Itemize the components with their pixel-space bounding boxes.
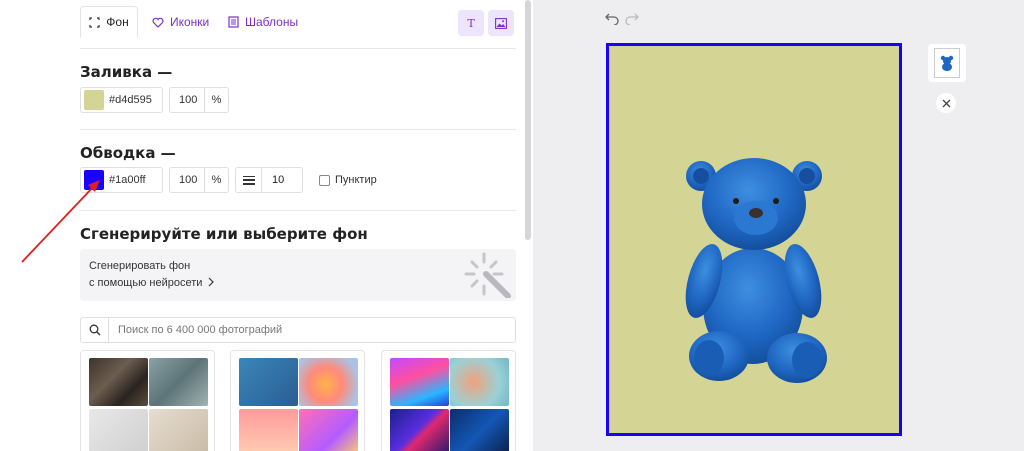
photo-search[interactable]: [80, 317, 516, 343]
generate-line1: Сгенерировать фон: [89, 260, 191, 272]
thumbnail[interactable]: [239, 409, 298, 451]
teddy-bear-image[interactable]: [679, 146, 829, 386]
fill-opacity-value: 100: [179, 94, 198, 106]
background-set-gradients[interactable]: [230, 350, 365, 451]
tab-bar: Фон Иконки Шаблоны T: [80, 6, 516, 38]
search-icon: [81, 318, 109, 342]
template-icon: [228, 16, 239, 28]
tab-icons-label: Иконки: [170, 15, 210, 29]
thumbnail[interactable]: [390, 409, 449, 451]
fill-color-value: #d4d595: [109, 94, 152, 106]
close-icon: [942, 99, 950, 107]
thumbnail[interactable]: [390, 358, 449, 406]
stroke-color-swatch[interactable]: [84, 170, 104, 190]
page-thumbnail[interactable]: [928, 44, 966, 82]
panel-scrollbar[interactable]: [525, 0, 531, 240]
thumbnail[interactable]: [89, 409, 148, 451]
undo-icon[interactable]: [605, 13, 619, 25]
thumbnail[interactable]: [149, 358, 208, 406]
design-canvas[interactable]: [606, 43, 902, 436]
generate-ai-card[interactable]: Сгенерировать фон с помощью нейросети: [80, 249, 516, 301]
thumbnail[interactable]: [239, 358, 298, 406]
chevron-right-icon: [208, 277, 215, 287]
image-icon: [495, 17, 507, 29]
bear-thumbnail-icon: [940, 55, 954, 71]
thumbnail[interactable]: [450, 409, 509, 451]
thumbnail[interactable]: [299, 358, 358, 406]
thumbnail[interactable]: [299, 409, 358, 451]
dashed-checkbox[interactable]: Пунктир: [319, 174, 377, 186]
fill-title: Заливка —: [80, 63, 173, 81]
stroke-width-value: 10: [272, 174, 285, 186]
frame-icon: [89, 16, 100, 28]
stroke-width-field[interactable]: 10: [235, 167, 303, 193]
stroke-color-field[interactable]: #1a00ff: [80, 167, 163, 193]
divider: [80, 129, 516, 130]
text-icon: T: [467, 16, 475, 30]
line-width-icon: [236, 168, 262, 192]
close-button[interactable]: [936, 93, 956, 113]
thumbnail[interactable]: [450, 358, 509, 406]
tab-background[interactable]: Фон: [80, 6, 138, 38]
left-panel: Фон Иконки Шаблоны T Заливка — #d4d595 1…: [0, 0, 533, 451]
background-set-textures[interactable]: [80, 350, 215, 451]
checkbox-box[interactable]: [319, 174, 330, 186]
stroke-color-value: #1a00ff: [109, 174, 146, 186]
divider: [80, 210, 516, 211]
generate-title: Сгенерируйте или выберите фон: [80, 225, 368, 243]
heart-icon: [152, 17, 164, 28]
thumbnail[interactable]: [89, 358, 148, 406]
tab-templates-label: Шаблоны: [245, 15, 299, 29]
magic-wand-icon: [464, 252, 511, 298]
tab-icons[interactable]: Иконки: [152, 6, 209, 38]
canvas-area: [533, 0, 1024, 451]
generate-line2: с помощью нейросети: [89, 277, 215, 289]
page-preview: [934, 48, 960, 78]
stroke-title: Обводка —: [80, 144, 176, 162]
dashed-label: Пунктир: [335, 174, 377, 186]
fill-color-swatch[interactable]: [84, 90, 104, 110]
tab-background-label: Фон: [106, 15, 129, 29]
fill-color-field[interactable]: #d4d595: [80, 87, 163, 113]
divider: [80, 48, 516, 49]
stroke-opacity-field[interactable]: 100 %: [169, 167, 229, 193]
search-input[interactable]: [109, 324, 489, 336]
fill-opacity-unit: %: [204, 88, 228, 112]
tab-templates[interactable]: Шаблоны: [228, 6, 298, 38]
thumbnail[interactable]: [149, 409, 208, 451]
image-tool-button[interactable]: [488, 10, 514, 36]
fill-opacity-field[interactable]: 100 %: [169, 87, 229, 113]
stroke-opacity-value: 100: [179, 174, 198, 186]
text-tool-button[interactable]: T: [458, 10, 484, 36]
stroke-opacity-unit: %: [204, 168, 228, 192]
redo-icon[interactable]: [625, 13, 639, 25]
background-set-abstract[interactable]: [381, 350, 516, 451]
